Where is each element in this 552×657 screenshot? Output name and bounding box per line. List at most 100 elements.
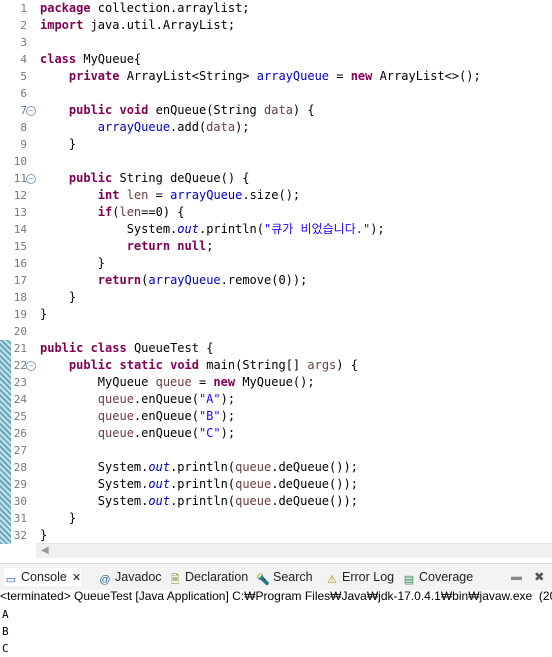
tab-coverage[interactable]: ▤ Coverage xyxy=(402,568,473,586)
line-number: 10 xyxy=(13,155,27,168)
code-token: } xyxy=(40,137,77,151)
tab-label: Javadoc xyxy=(115,570,162,584)
code-token: data xyxy=(264,103,293,117)
code-token: main(String[] xyxy=(199,358,308,372)
code-line[interactable]: public static void main(String[] args) { xyxy=(40,357,358,374)
code-token: System. xyxy=(40,460,149,474)
code-line[interactable]: public class QueueTest { xyxy=(40,340,213,357)
tab-javadoc[interactable]: @ Javadoc xyxy=(98,568,162,586)
code-token: MyQueue{ xyxy=(76,52,142,66)
code-line[interactable]: } xyxy=(40,255,105,272)
code-line[interactable]: queue.enQueue("A"); xyxy=(40,391,235,408)
code-line[interactable]: arrayQueue.add(data); xyxy=(40,119,250,136)
line-number: 25 xyxy=(13,410,27,423)
tab-error-log[interactable]: ⚠ Error Log xyxy=(325,568,394,586)
code-token: } xyxy=(40,511,77,525)
line-number: 29 xyxy=(13,478,27,491)
close-tab-icon[interactable]: ✕ xyxy=(72,572,81,584)
code-token: data xyxy=(206,120,236,134)
code-line[interactable]: public String deQueue() { xyxy=(40,170,250,187)
collapse-fold-icon[interactable]: − xyxy=(26,174,36,184)
code-line[interactable]: } xyxy=(40,510,76,527)
horizontal-scrollbar[interactable]: ◀ xyxy=(36,543,552,558)
line-number: 20 xyxy=(13,325,27,338)
code-token: "A" xyxy=(198,392,221,406)
collapse-fold-icon[interactable]: − xyxy=(26,106,36,116)
line-number: 6 xyxy=(20,87,27,100)
code-line[interactable]: public void enQueue(String data) { xyxy=(40,102,315,119)
code-token: void xyxy=(119,103,149,117)
code-token: .size(); xyxy=(242,188,301,202)
code-token: "C" xyxy=(198,426,221,440)
line-number: 2 xyxy=(20,19,27,32)
code-token: static xyxy=(119,358,163,372)
code-token: "큐가 비었습니다." xyxy=(264,222,371,236)
tab-label: Coverage xyxy=(419,570,474,584)
code-token: ==0) { xyxy=(141,205,185,219)
code-line[interactable]: System.out.println(queue.deQueue()); xyxy=(40,459,358,476)
line-number: 31 xyxy=(13,512,27,525)
code-token: private xyxy=(68,69,120,83)
code-line[interactable]: class MyQueue{ xyxy=(40,51,141,68)
code-token: String deQueue() { xyxy=(112,171,250,185)
code-token: arrayQueue xyxy=(97,120,171,134)
code-token: queue xyxy=(97,392,134,406)
code-line[interactable]: private ArrayList<String> arrayQueue = n… xyxy=(40,68,481,85)
code-line[interactable]: int len = arrayQueue.size(); xyxy=(40,187,300,204)
declaration-icon: 🗎 xyxy=(170,574,180,586)
code-line[interactable]: } xyxy=(40,136,76,153)
console-icon: ▭ xyxy=(5,574,17,586)
line-number: 22 xyxy=(13,359,27,372)
code-line[interactable]: import java.util.ArrayList; xyxy=(40,17,235,34)
code-line[interactable]: queue.enQueue("C"); xyxy=(40,425,235,442)
code-token: ArrayList<>(); xyxy=(372,69,481,83)
code-line[interactable]: package collection.arraylist; xyxy=(40,0,250,17)
code-token: out xyxy=(148,460,171,474)
code-line[interactable]: } xyxy=(40,306,47,323)
code-line[interactable]: System.out.println("큐가 비었습니다."); xyxy=(40,221,385,238)
error-log-icon: ⚠ xyxy=(327,574,337,586)
line-number: 28 xyxy=(13,461,27,474)
line-number: 9 xyxy=(20,138,27,151)
code-token: .println( xyxy=(170,460,236,474)
collapse-fold-icon[interactable]: − xyxy=(26,361,36,371)
chevron-left-icon[interactable]: ◀ xyxy=(41,545,49,556)
code-line[interactable]: System.out.println(queue.deQueue()); xyxy=(40,493,358,510)
code-token: ); xyxy=(220,426,236,440)
tab-search[interactable]: 🔦 Search xyxy=(256,568,313,586)
code-token: = xyxy=(329,69,351,83)
code-token: QueueTest { xyxy=(126,341,214,355)
tab-console[interactable]: ▭ Console ✕ xyxy=(4,568,82,586)
code-line[interactable]: System.out.println(queue.deQueue()); xyxy=(40,476,358,493)
code-token: package xyxy=(40,1,91,15)
code-token: out xyxy=(148,494,171,508)
code-token: } xyxy=(40,528,48,542)
close-all-icon[interactable]: ✖ xyxy=(534,568,544,586)
code-token: return xyxy=(126,239,171,253)
minimize-icon[interactable]: ▬ xyxy=(511,568,522,586)
line-number: 24 xyxy=(13,393,27,406)
line-number: 21 xyxy=(13,342,27,355)
code-line[interactable]: return(arrayQueue.remove(0)); xyxy=(40,272,308,289)
code-line[interactable]: } xyxy=(40,527,47,544)
code-token: = xyxy=(148,188,171,202)
code-token: .deQueue()); xyxy=(271,460,358,474)
code-line[interactable]: queue.enQueue("B"); xyxy=(40,408,235,425)
tab-label: Search xyxy=(273,570,313,584)
code-line[interactable]: } xyxy=(40,289,76,306)
code-editor[interactable]: 1 2 3 4 5 6 7 8 9 10 11 12 13 14 15 16 17 18 19 20 21 22 23 24 2… xyxy=(0,0,552,544)
code-token: MyQueue xyxy=(40,375,156,389)
code-line[interactable]: MyQueue queue = new MyQueue(); xyxy=(40,374,315,391)
code-token: public xyxy=(40,341,84,355)
tab-declaration[interactable]: 🗎 Declaration xyxy=(168,568,249,586)
code-token: } xyxy=(40,307,48,321)
code-line[interactable]: return null; xyxy=(40,238,214,255)
code-token: queue xyxy=(235,494,272,508)
code-token: enQueue(String xyxy=(148,103,264,117)
code-token: new xyxy=(213,375,236,389)
code-line[interactable]: if(len==0) { xyxy=(40,204,185,221)
